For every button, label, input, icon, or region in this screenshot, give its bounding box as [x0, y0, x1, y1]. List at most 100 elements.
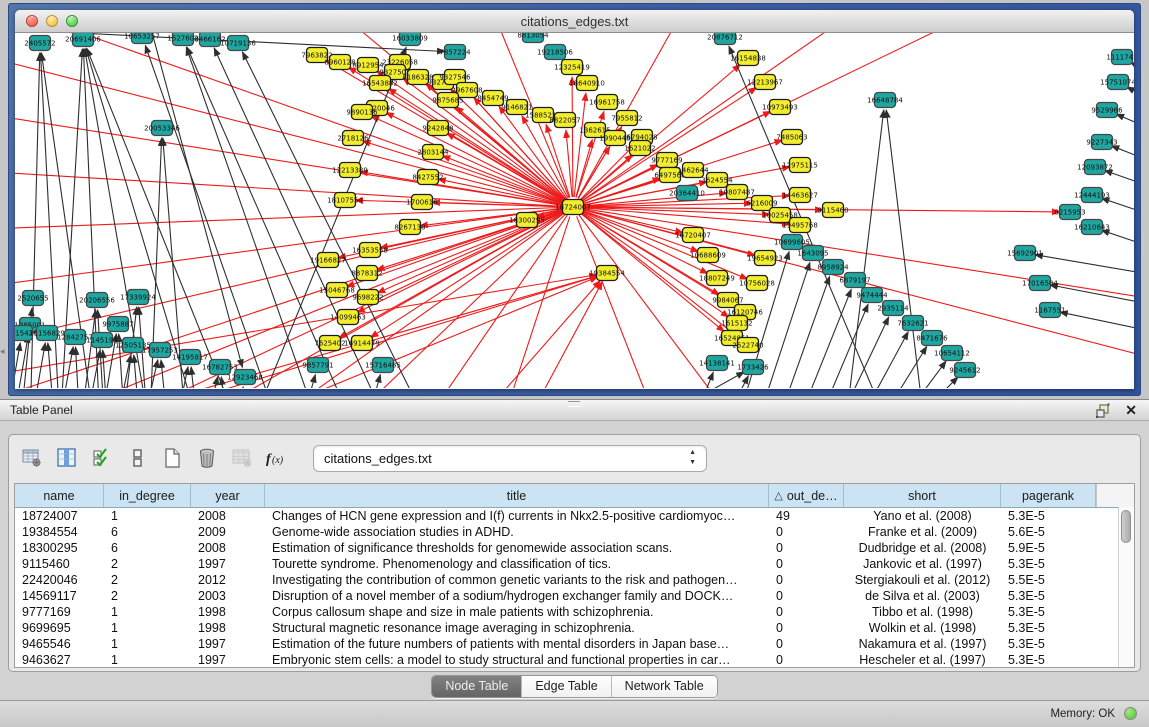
graph-node-15751074[interactable]: 15751074 — [1100, 75, 1134, 90]
tab-network-table[interactable]: Network Table — [611, 676, 717, 697]
column-header-pagerank[interactable]: pagerank — [1001, 484, 1096, 507]
graph-node-20053346[interactable]: 20053346 — [144, 121, 180, 136]
graph-node-9474444[interactable]: 9474444 — [856, 288, 888, 303]
table-cell-pagerank[interactable]: 5.3E-5 — [1001, 588, 1096, 604]
table-cell-in_degree[interactable]: 1 — [104, 636, 191, 652]
table-row[interactable]: 1938455462009Genome-wide association stu… — [15, 524, 1134, 540]
graph-node-18107554[interactable]: 18107554 — [327, 193, 363, 208]
table-cell-name[interactable]: 19384554 — [15, 524, 104, 540]
graph-node-9875685[interactable]: 9875685 — [432, 93, 463, 108]
graph-node-8471676[interactable]: 8471676 — [916, 331, 948, 346]
table-cell-title[interactable]: Genome-wide association studies in ADHD. — [265, 524, 769, 540]
table-cell-in_degree[interactable]: 1 — [104, 620, 191, 636]
graph-node-12923468[interactable]: 12923468 — [227, 370, 263, 385]
graph-node-1111745[interactable]: 1111745 — [1106, 50, 1134, 65]
table-cell-year[interactable]: 1997 — [191, 636, 265, 652]
table-row[interactable]: 946362711997Embryonic stem cells: a mode… — [15, 652, 1134, 668]
graph-node-7857224[interactable]: 7857224 — [439, 45, 471, 60]
table-cell-title[interactable]: Corpus callosum shape and size in male p… — [265, 604, 769, 620]
table-cell-out_de[interactable]: 0 — [769, 572, 844, 588]
graph-node-16720407[interactable]: 16720407 — [675, 228, 711, 243]
delete-icon[interactable] — [194, 445, 220, 471]
graph-node-18807249[interactable]: 18807249 — [699, 271, 735, 286]
table-cell-title[interactable]: Disruption of a novel member of a sodium… — [265, 588, 769, 604]
table-cell-out_de[interactable]: 0 — [769, 540, 844, 556]
table-cell-name[interactable]: 9699695 — [15, 620, 104, 636]
graph-node-7632621[interactable]: 7632621 — [897, 316, 928, 331]
table-cell-short[interactable]: Dudbridge et al. (2008) — [844, 540, 1001, 556]
table-cell-out_de[interactable]: 0 — [769, 556, 844, 572]
graph-node-16210643[interactable]: 16210643 — [1074, 220, 1110, 235]
table-cell-pagerank[interactable]: 5.3E-5 — [1001, 636, 1096, 652]
graph-node-12213967[interactable]: 12213967 — [747, 75, 783, 90]
graph-node-10719136[interactable]: 10719136 — [220, 36, 256, 51]
table-cell-name[interactable]: 9465546 — [15, 636, 104, 652]
graph-node-8878312[interactable]: 8878312 — [351, 266, 382, 281]
graph-node-15046768[interactable]: 15046768 — [319, 283, 355, 298]
zoom-window-icon[interactable] — [66, 15, 78, 27]
graph-node-8813054[interactable]: 8813054 — [517, 33, 549, 43]
table-cell-short[interactable]: Franke et al. (2009) — [844, 524, 1001, 540]
table-cell-in_degree[interactable]: 2 — [104, 556, 191, 572]
table-cell-title[interactable]: Investigating the contribution of common… — [265, 572, 769, 588]
graph-node-8427552[interactable]: 8427552 — [412, 170, 443, 185]
network-window-titlebar[interactable]: citations_edges.txt — [15, 10, 1134, 33]
table-cell-short[interactable]: de Silva et al. (2003) — [844, 588, 1001, 604]
tab-edge-table[interactable]: Edge Table — [521, 676, 610, 697]
graph-node-16353558[interactable]: 16353558 — [352, 243, 388, 258]
graph-node-6879197[interactable]: 6879197 — [839, 273, 870, 288]
table-cell-short[interactable]: Jankovic et al. (1997) — [844, 556, 1001, 572]
show-columns-icon[interactable] — [54, 445, 80, 471]
graph-node-12325419[interactable]: 12325419 — [554, 60, 590, 75]
table-cell-in_degree[interactable]: 2 — [104, 572, 191, 588]
table-cell-year[interactable]: 1998 — [191, 604, 265, 620]
graph-node-16648784[interactable]: 16648784 — [867, 93, 903, 108]
graph-node-9242848[interactable]: 9242848 — [422, 121, 453, 136]
close-icon[interactable]: ✕ — [1125, 402, 1137, 419]
graph-node-19166827[interactable]: 19166827 — [310, 253, 346, 268]
graph-node-9245612[interactable]: 9245612 — [949, 363, 980, 378]
table-cell-out_de[interactable]: 49 — [769, 508, 844, 524]
table-cell-pagerank[interactable]: 5.3E-5 — [1001, 556, 1096, 572]
table-cell-title[interactable]: Changes of HCN gene expression and I(f) … — [265, 508, 769, 524]
table-cell-out_de[interactable]: 0 — [769, 620, 844, 636]
table-cell-short[interactable]: Tibbo et al. (1998) — [844, 604, 1001, 620]
column-header-name[interactable]: name — [15, 484, 104, 507]
graph-node-8822057[interactable]: 8822057 — [549, 113, 580, 128]
graph-node-9975887[interactable]: 9975887 — [102, 317, 133, 332]
graph-node-10654112[interactable]: 10654112 — [934, 346, 970, 361]
graph-node-9115460[interactable]: 9115460 — [817, 203, 848, 218]
graph-node-1621022[interactable]: 1621022 — [624, 141, 655, 156]
table-cell-out_de[interactable]: 0 — [769, 604, 844, 620]
graph-node-17339924[interactable]: 17339924 — [120, 290, 156, 305]
table-cell-year[interactable]: 2003 — [191, 588, 265, 604]
table-cell-in_degree[interactable]: 6 — [104, 540, 191, 556]
graph-node-14138141[interactable]: 14138141 — [699, 356, 735, 371]
table-cell-name[interactable]: 18300295 — [15, 540, 104, 556]
table-cell-year[interactable]: 1998 — [191, 620, 265, 636]
graph-node-9777169[interactable]: 9777169 — [651, 153, 682, 168]
column-header-year[interactable]: year — [191, 484, 265, 507]
column-visibility-icon[interactable] — [89, 445, 115, 471]
table-cell-name[interactable]: 18724007 — [15, 508, 104, 524]
graph-node-19218506[interactable]: 19218506 — [537, 45, 573, 60]
table-cell-in_degree[interactable]: 2 — [104, 588, 191, 604]
graph-node-19654923[interactable]: 19654923 — [747, 251, 783, 266]
graph-node-2935114[interactable]: 2935114 — [877, 301, 909, 316]
table-cell-year[interactable]: 1997 — [191, 652, 265, 668]
table-cell-title[interactable]: Tourette syndrome. Phenomenology and cla… — [265, 556, 769, 572]
table-row[interactable]: 946554611997Estimation of the future num… — [15, 636, 1134, 652]
splitter-handle[interactable] — [568, 401, 580, 407]
table-cell-year[interactable]: 2008 — [191, 540, 265, 556]
table-scrollbar[interactable] — [1118, 507, 1134, 667]
citation-network-graph[interactable]: 1872400779638228960128891295423226058932… — [15, 33, 1134, 388]
graph-node-7625402[interactable]: 7625402 — [314, 336, 345, 351]
graph-node-14463627[interactable]: 14463627 — [782, 188, 818, 203]
graph-node-2803144[interactable]: 2803144 — [417, 145, 449, 160]
graph-node-10688609[interactable]: 10688609 — [690, 248, 726, 263]
table-cell-short[interactable]: Hescheler et al. (1997) — [844, 652, 1001, 668]
table-cell-title[interactable]: Estimation of significance thresholds fo… — [265, 540, 769, 556]
table-row[interactable]: 911546021997Tourette syndrome. Phenomeno… — [15, 556, 1134, 572]
graph-node-17016504[interactable]: 17016504 — [1022, 276, 1058, 291]
table-cell-pagerank[interactable]: 5.3E-5 — [1001, 620, 1096, 636]
